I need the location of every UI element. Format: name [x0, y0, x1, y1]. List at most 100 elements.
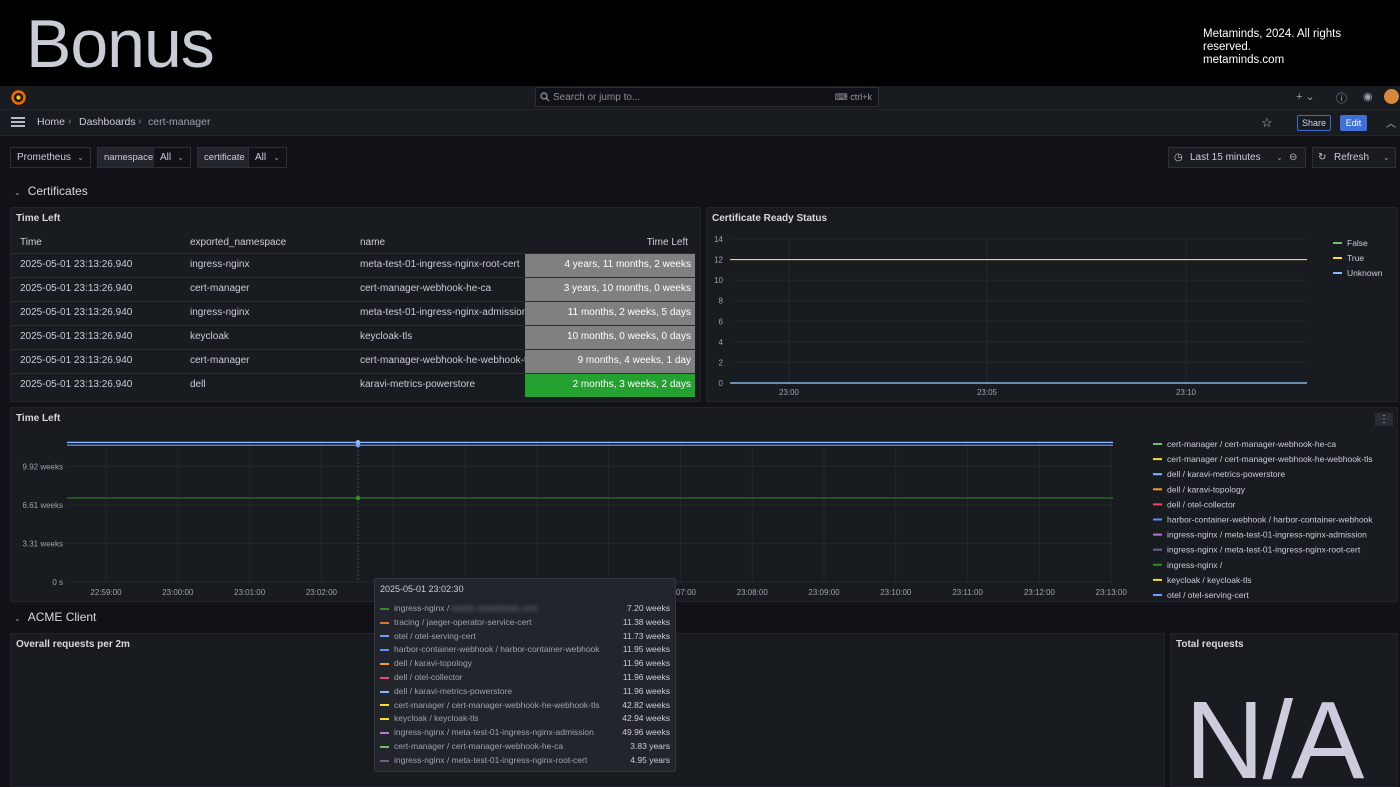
help-icon[interactable]: ⓘ	[1336, 90, 1347, 106]
y-tick-label: 8	[719, 297, 724, 306]
search-input[interactable]: Search or jump to... ⌨ ctrl+k	[535, 87, 879, 107]
edit-button[interactable]: Edit	[1340, 115, 1367, 131]
add-icon[interactable]: + ⌄	[1296, 90, 1315, 103]
legend-swatch	[1153, 578, 1162, 581]
cell-time-left: 11 months, 2 weeks, 5 days	[525, 302, 695, 325]
menu-icon[interactable]	[11, 117, 25, 128]
tooltip-item: dell / karavi-topology 11.96 weeks	[380, 657, 670, 670]
stat-value: N/A	[1185, 679, 1364, 787]
graph-tooltip: 2025-05-01 23:02:30 ingress-nginx / test…	[374, 578, 676, 772]
namespace-select[interactable]: All ⌄	[153, 147, 191, 168]
cell-time: 2025-05-01 23:13:26.940	[20, 283, 133, 294]
refresh-button[interactable]: ↻ Refresh ⌄	[1312, 147, 1396, 168]
legend-swatch	[1333, 242, 1342, 244]
table-row[interactable]: 2025-05-01 23:13:26.940 keycloak keycloak-…	[10, 325, 696, 349]
legend-item[interactable]: cert-manager / cert-manager-webhook-he-c…	[1167, 439, 1336, 449]
chevron-up-icon[interactable]: ︿	[1386, 115, 1396, 130]
legend-item[interactable]: ingress-nginx / test01-metaminds.com	[1167, 560, 1311, 570]
time-left-chart: 9.92 weeks 6.61 weeks 3.31 weeks 0 s 22:59:0…	[23, 439, 1374, 600]
legend-label: ingress-nginx /	[1167, 560, 1225, 570]
user-avatar[interactable]	[1384, 89, 1399, 104]
certificate-ready-panel: Certificate Ready Status 14 12 10 8 6 4 2 0 23:0…	[706, 207, 1398, 402]
cell-namespace: dell	[190, 379, 206, 390]
legend-item[interactable]: dell / karavi-metrics-powerstore	[1167, 469, 1285, 479]
chevron-down-icon: ⌄	[1383, 153, 1390, 162]
panel-title: Total requests	[1176, 639, 1244, 650]
tooltip-series-name: ingress-nginx / meta-test-01-ingress-ngi…	[394, 754, 588, 765]
legend-swatch	[1153, 594, 1162, 596]
tooltip-item: tracing / jaeger-operator-service-cert 11…	[380, 616, 670, 629]
breadcrumb-dashboards[interactable]: Dashboards	[79, 116, 136, 128]
star-icon[interactable]: ☆	[1261, 115, 1273, 131]
cell-name: keycloak-tls	[360, 331, 413, 342]
news-icon[interactable]: ◉	[1363, 90, 1373, 103]
table-row[interactable]: 2025-05-01 23:13:26.940 ingress-nginx meta…	[10, 301, 696, 325]
legend-swatch	[1153, 518, 1162, 521]
chevron-down-icon: ⌄	[14, 188, 21, 197]
series-swatch	[380, 676, 389, 679]
tooltip-value: 49.96 weeks	[622, 727, 670, 738]
tooltip-value: 4.95 years	[630, 754, 670, 765]
breadcrumb-separator-icon: ›	[138, 116, 142, 127]
panel-title: Time Left	[16, 213, 61, 224]
ready-status-chart: 14 12 10 8 6 4 2 0 23:00 23:05 23:10 False True Unkno…	[714, 235, 1383, 397]
hover-point	[355, 495, 361, 501]
x-tick-label: 23:08:00	[737, 588, 769, 597]
tooltip-series-name: ingress-nginx /	[394, 603, 452, 613]
grafana-logo-icon[interactable]	[10, 89, 27, 106]
tooltip-value: 11.38 weeks	[622, 616, 670, 627]
y-tick-label: 9.92 weeks	[23, 462, 63, 471]
tooltip-value: 42.82 weeks	[622, 699, 670, 710]
legend-label: dell / karavi-metrics-powerstore	[1167, 469, 1285, 479]
row-certificates[interactable]: ⌄ Certificates	[14, 184, 88, 198]
legend-item[interactable]: cert-manager / cert-manager-webhook-he-w…	[1167, 454, 1373, 464]
tooltip-series-name: harbor-container-webhook / harbor-contai…	[394, 644, 600, 655]
legend-swatch	[1153, 503, 1162, 506]
tooltip-item: otel / otel-serving-cert 11.73 weeks	[380, 630, 670, 643]
tooltip-value: 11.96 weeks	[622, 672, 670, 682]
series-swatch	[380, 621, 389, 624]
tooltip-item: keycloak / keycloak-tls 42.94 weeks	[380, 712, 670, 725]
cell-namespace: cert-manager	[190, 283, 250, 294]
chevron-down-icon: ⌄	[77, 153, 84, 162]
table-row[interactable]: 2025-05-01 23:13:26.940 cert-manager cert-…	[10, 349, 696, 373]
legend-item[interactable]: dell / otel-collector	[1167, 499, 1236, 509]
table-row[interactable]: 2025-05-01 23:13:26.940 ingress-nginx meta…	[10, 253, 696, 277]
legend-swatch	[1153, 488, 1162, 491]
time-range-picker[interactable]: ◷ Last 15 minutes ⌄ ⊖	[1168, 147, 1306, 168]
tooltip-series-name: dell / karavi-metrics-powerstore	[394, 685, 513, 696]
cell-namespace: ingress-nginx	[190, 307, 250, 318]
certificate-select[interactable]: All ⌄	[248, 147, 287, 168]
legend-item: Unknown	[1347, 268, 1383, 278]
legend-item[interactable]: ingress-nginx / meta-test-01-ingress-ngi…	[1167, 530, 1367, 540]
datasource-picker[interactable]: Prometheus ⌄	[10, 147, 91, 168]
tooltip-item: cert-manager / cert-manager-webhook-he-w…	[380, 699, 670, 712]
x-tick-label: 23:12:00	[1024, 588, 1056, 597]
cell-name: cert-manager-webhook-he-webhook-tls	[360, 355, 525, 366]
cell-time-left: 9 months, 4 weeks, 1 day	[525, 350, 695, 373]
y-tick-label: 2	[719, 358, 724, 367]
y-tick-label: 14	[714, 235, 723, 244]
table-row[interactable]: 2025-05-01 23:13:26.940 cert-manager cert-…	[10, 277, 696, 301]
legend-label: dell / otel-collector	[1167, 499, 1236, 509]
legend-item[interactable]: keycloak / keycloak-tls	[1167, 575, 1252, 585]
legend-item[interactable]: ingress-nginx / meta-test-01-ingress-ngi…	[1167, 545, 1361, 555]
x-tick-label: 23:10:00	[880, 588, 912, 597]
legend-item[interactable]: harbor-container-webhook / harbor-contai…	[1167, 515, 1373, 525]
legend-item[interactable]: dell / karavi-topology	[1167, 484, 1246, 494]
legend-item[interactable]: otel / otel-serving-cert	[1167, 590, 1249, 600]
banner-copyright: Metaminds, 2024. All rights reserved. me…	[1203, 28, 1363, 67]
share-button[interactable]: Share	[1297, 115, 1331, 131]
tooltip-value: 11.95 weeks	[622, 644, 670, 655]
row-acme-client[interactable]: ⌄ ACME Client	[14, 610, 96, 624]
breadcrumb-home[interactable]: Home	[37, 116, 65, 128]
table-row[interactable]: 2025-05-01 23:13:26.940 dell karavi-metric…	[10, 373, 696, 397]
zoom-out-icon[interactable]: ⊖	[1289, 148, 1297, 167]
y-tick-label: 0 s	[52, 578, 63, 587]
chevron-down-icon: ⌄	[1276, 153, 1283, 162]
x-tick-label: 23:02:00	[306, 588, 338, 597]
tooltip-series-name: ingress-nginx / meta-test-01-ingress-ngi…	[394, 727, 594, 738]
legend-label: otel / otel-serving-cert	[1167, 590, 1249, 600]
cell-namespace: keycloak	[190, 331, 229, 342]
x-tick-label: 23:13:00	[1096, 588, 1128, 597]
